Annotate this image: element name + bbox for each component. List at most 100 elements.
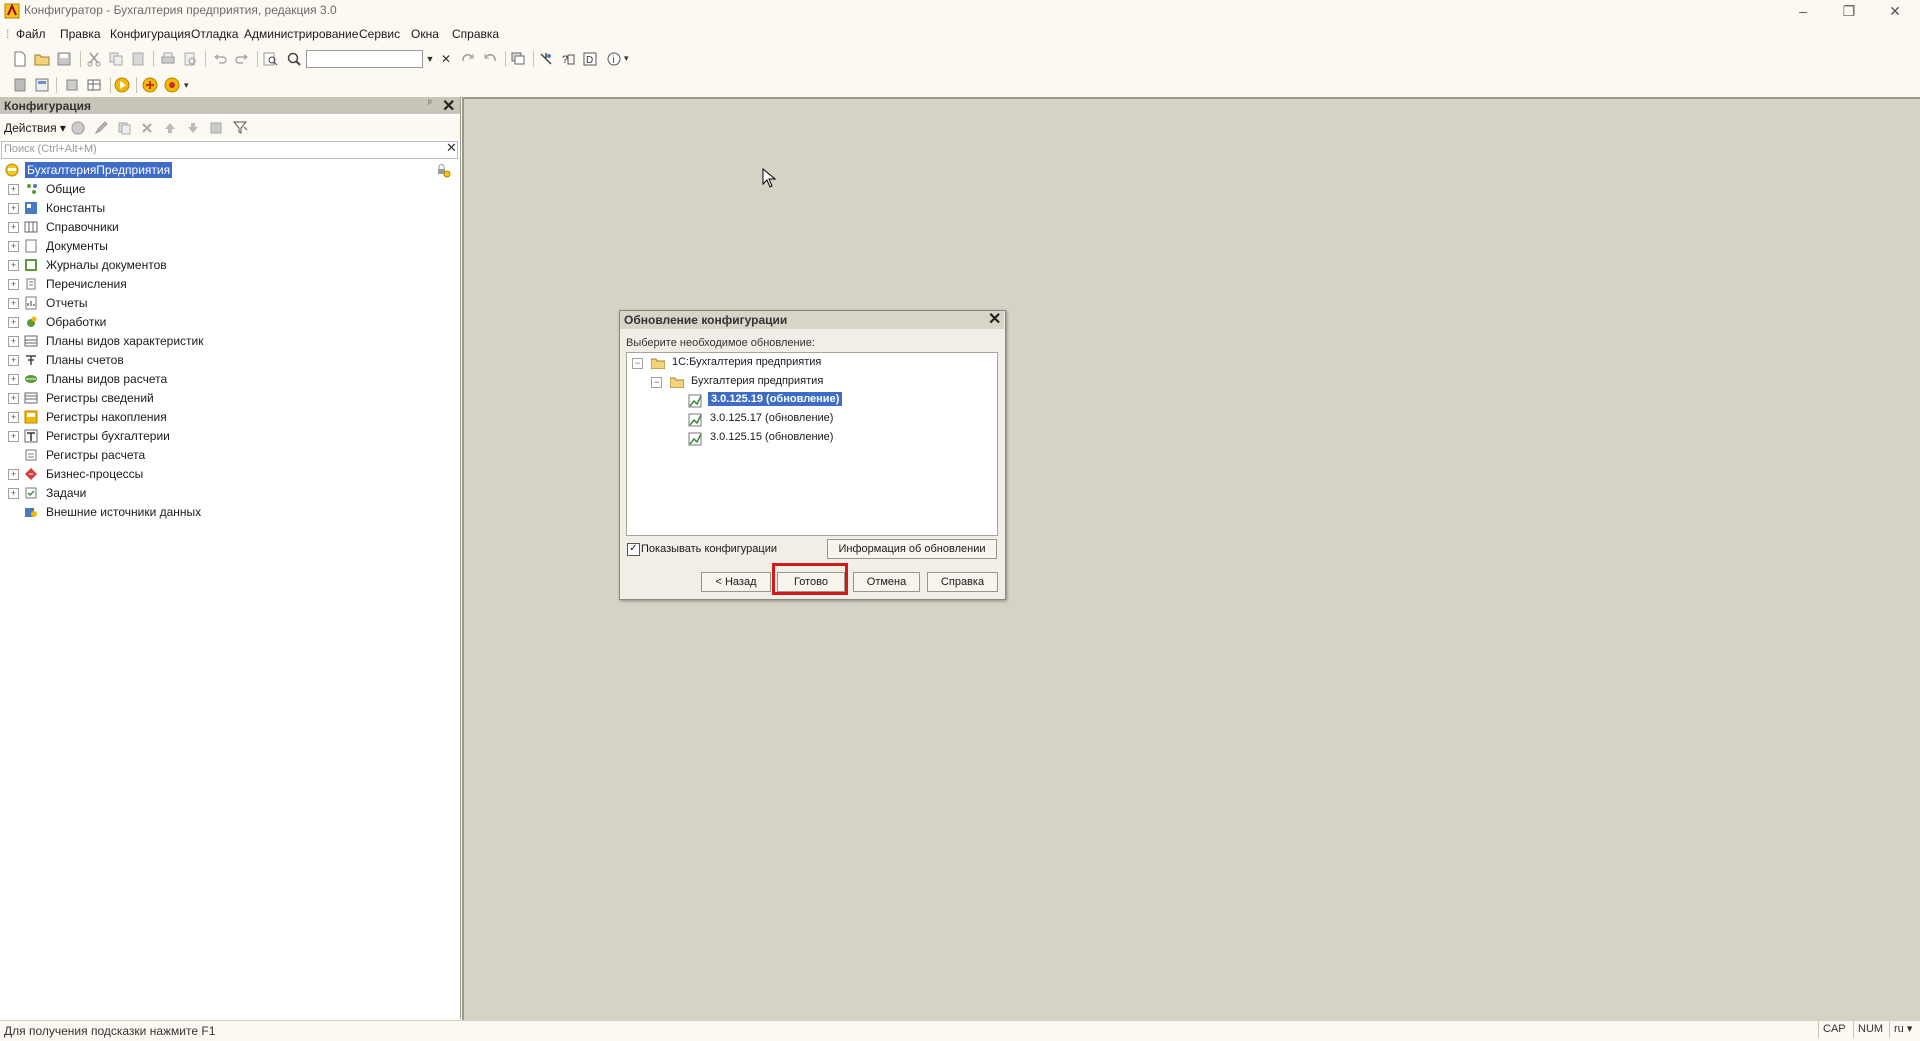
print-preview-icon[interactable] xyxy=(182,51,198,67)
run-dropdown-icon[interactable]: ▾ xyxy=(184,80,200,96)
undo-icon[interactable] xyxy=(212,51,228,67)
expand-icon[interactable]: + xyxy=(8,260,19,271)
menu-windows[interactable]: Окна xyxy=(411,27,439,41)
catalogs-icon xyxy=(24,220,38,234)
tree-item-label: Журналы документов xyxy=(46,258,167,272)
menu-debug[interactable]: Отладка xyxy=(191,27,238,41)
restore-button[interactable]: ❐ xyxy=(1826,0,1872,22)
sort-icon[interactable] xyxy=(209,121,225,137)
cancel-button[interactable]: Отмена xyxy=(853,572,920,592)
expand-icon[interactable]: + xyxy=(8,298,19,309)
tree-item-label: Общие xyxy=(46,182,86,196)
menu-configuration[interactable]: Конфигурация xyxy=(110,27,191,41)
expand-icon[interactable]: + xyxy=(8,374,19,385)
clear-search-icon[interactable]: ✕ xyxy=(440,51,452,67)
chevron-down-icon[interactable]: ▼ xyxy=(424,51,436,67)
move-down-icon[interactable] xyxy=(186,121,202,137)
minimize-button[interactable]: – xyxy=(1780,0,1826,22)
pin-icon[interactable]: ᵖ xyxy=(428,98,432,109)
info-dropdown-icon[interactable]: ▾ xyxy=(624,53,640,69)
panel-search-clear-icon[interactable]: ✕ xyxy=(446,140,457,156)
run-icon[interactable] xyxy=(114,77,130,93)
dialog-prompt: Выберите необходимое обновление: xyxy=(626,337,815,349)
search-icon[interactable] xyxy=(286,51,302,67)
expand-icon[interactable]: + xyxy=(8,203,19,214)
common-icon xyxy=(24,182,38,196)
expand-icon[interactable]: + xyxy=(8,241,19,252)
move-up-icon[interactable] xyxy=(163,121,179,137)
search-next-icon[interactable] xyxy=(460,51,476,67)
debug-icon[interactable] xyxy=(538,51,554,67)
actions-menu-button[interactable]: Действия ▾ xyxy=(4,121,66,135)
menu-help[interactable]: Справка xyxy=(452,27,499,41)
external-data-sources-icon xyxy=(24,505,38,519)
print-icon[interactable] xyxy=(160,51,176,67)
expand-icon[interactable]: + xyxy=(8,431,19,442)
expand-icon[interactable]: + xyxy=(8,488,19,499)
find-in-list-icon[interactable] xyxy=(262,51,278,67)
back-button[interactable]: < Назад xyxy=(701,572,771,592)
delete-icon[interactable] xyxy=(140,121,156,137)
windows-icon[interactable] xyxy=(510,51,526,67)
new-file-icon[interactable] xyxy=(12,51,28,67)
expand-icon[interactable]: + xyxy=(8,317,19,328)
toolbar-separator xyxy=(80,51,81,67)
reference-icon[interactable]: D xyxy=(582,51,598,67)
accumulation-registers-icon xyxy=(24,410,38,424)
expand-icon[interactable]: + xyxy=(8,336,19,347)
redo-icon[interactable] xyxy=(234,51,250,67)
menu-file[interactable]: Файл xyxy=(16,27,46,41)
tree-item-label: Справочники xyxy=(46,220,119,234)
edit-icon[interactable] xyxy=(94,121,110,137)
search-prev-icon[interactable] xyxy=(482,51,498,67)
show-configs-label: Показывать конфигурации xyxy=(641,543,777,555)
expand-icon[interactable]: + xyxy=(8,412,19,423)
window-title: Конфигуратор - Бухгалтерия предприятия, … xyxy=(24,3,337,17)
paste-icon[interactable] xyxy=(130,51,146,67)
db-icon[interactable] xyxy=(12,77,28,93)
collapse-icon[interactable]: − xyxy=(651,377,662,388)
done-button-highlight xyxy=(772,563,848,595)
expand-icon[interactable]: + xyxy=(8,355,19,366)
toolbar-search-input[interactable] xyxy=(306,50,423,68)
close-window-button[interactable]: ✕ xyxy=(1872,0,1918,22)
menu-administration[interactable]: Администрирование xyxy=(244,27,358,41)
document-journals-icon xyxy=(24,258,38,272)
business-processes-icon xyxy=(24,467,38,481)
dialog-close-button[interactable]: ✕ xyxy=(988,309,1001,329)
expand-icon[interactable]: + xyxy=(8,279,19,290)
update-info-button[interactable]: Информация об обновлении xyxy=(827,539,997,559)
collapse-icon[interactable]: − xyxy=(632,358,643,369)
help-button[interactable]: Справка xyxy=(927,572,998,592)
update-tree-root-label: 1С:Бухгалтерия предприятия xyxy=(672,356,822,368)
syntax-help-icon[interactable]: ? xyxy=(560,51,576,67)
debug-run-icon[interactable] xyxy=(142,77,158,93)
configuration-icon[interactable] xyxy=(34,77,50,93)
show-configs-checkbox[interactable]: ✓ xyxy=(627,543,640,556)
save-icon[interactable] xyxy=(56,51,72,67)
table-icon[interactable] xyxy=(86,77,102,93)
add-icon[interactable] xyxy=(71,121,87,137)
copy-icon[interactable] xyxy=(108,51,124,67)
filter-icon[interactable] xyxy=(232,119,248,135)
cut-icon[interactable] xyxy=(86,51,102,67)
information-registers-icon xyxy=(24,391,38,405)
expand-icon[interactable]: + xyxy=(8,393,19,404)
menu-edit[interactable]: Правка xyxy=(60,27,101,41)
client-run-icon[interactable] xyxy=(164,77,180,93)
documents-icon xyxy=(24,239,38,253)
open-folder-icon[interactable] xyxy=(34,51,50,67)
menu-service[interactable]: Сервис xyxy=(359,27,400,41)
expand-icon[interactable]: + xyxy=(8,184,19,195)
mouse-cursor-icon xyxy=(762,167,777,191)
save-db-icon[interactable] xyxy=(64,77,80,93)
expand-icon[interactable]: + xyxy=(8,469,19,480)
copy-item-icon[interactable] xyxy=(117,121,133,137)
language-indicator[interactable]: ru ▾ xyxy=(1889,1021,1916,1038)
info-icon[interactable]: i xyxy=(606,51,622,67)
lock-icon xyxy=(437,164,453,180)
svg-text:i: i xyxy=(613,55,615,66)
update-package-icon xyxy=(688,413,702,427)
expand-icon[interactable]: + xyxy=(8,222,19,233)
panel-close-button[interactable]: ✕ xyxy=(442,96,455,116)
